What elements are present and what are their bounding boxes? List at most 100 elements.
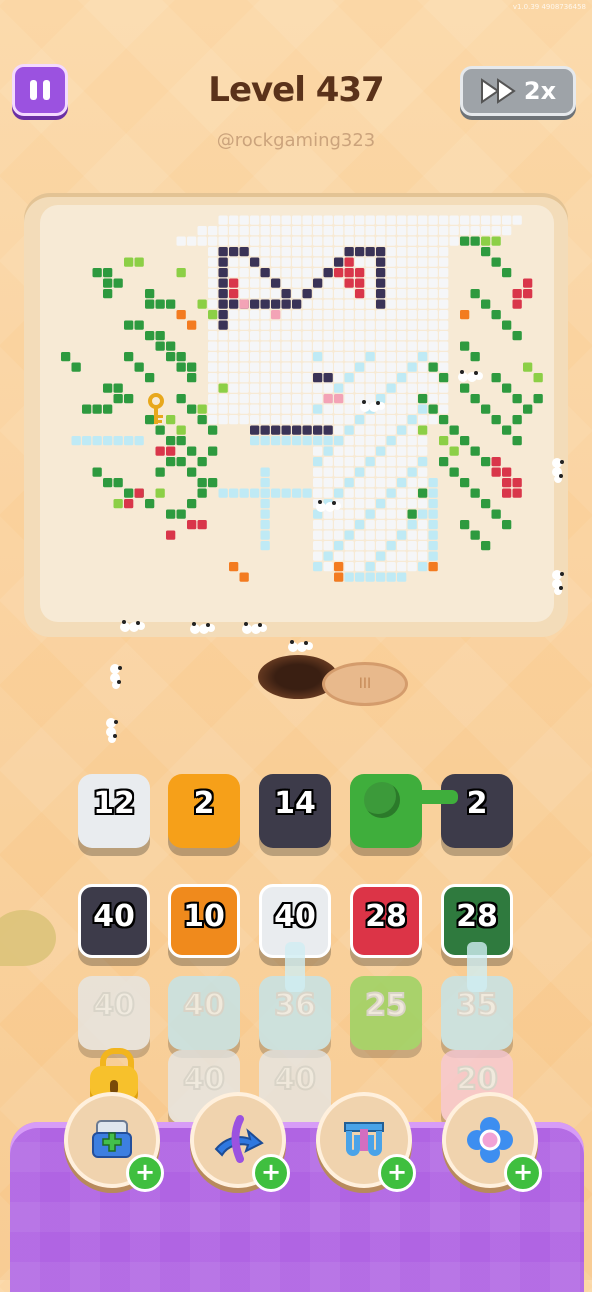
pixel-block (124, 394, 134, 404)
pixel-block (250, 436, 260, 446)
pixel-block (323, 310, 333, 320)
pixel-block (365, 331, 375, 341)
pixel-block (281, 320, 291, 330)
pixel-block (239, 289, 249, 299)
pixel-block (292, 299, 302, 309)
pixel-block (260, 236, 270, 246)
pixel-block (208, 268, 218, 278)
pixel-block (155, 341, 165, 351)
pixel-block (365, 289, 375, 299)
pixel-block (271, 425, 281, 435)
pixel-block (355, 247, 365, 257)
pixel-block (344, 572, 354, 582)
flower-booster[interactable]: + (442, 1092, 542, 1192)
pixel-block (418, 415, 428, 425)
pixel-block (260, 373, 270, 383)
tile-r1c5[interactable]: 2 (441, 774, 513, 848)
pixel-block (260, 415, 270, 425)
pixel-block (229, 404, 239, 414)
pixel-block (376, 268, 386, 278)
pixel-block (271, 289, 281, 299)
key-icon[interactable] (146, 393, 166, 427)
pixel-block (428, 488, 438, 498)
pixel-block (365, 278, 375, 288)
pixel-block (355, 436, 365, 446)
ant (108, 664, 122, 686)
pixel-block (365, 562, 375, 572)
pixel-block (355, 352, 365, 362)
pixel-block (365, 257, 375, 267)
pixel-block (292, 268, 302, 278)
pixel-block (428, 520, 438, 530)
pixel-block (334, 341, 344, 351)
tile-r1c3[interactable]: 14 (259, 774, 331, 848)
pixel-block (512, 299, 522, 309)
pixel-block (439, 310, 449, 320)
pixel-block (418, 215, 428, 225)
pixel-block (376, 509, 386, 519)
tile-r1c1[interactable]: 12 (78, 774, 150, 848)
pixel-block (418, 446, 428, 456)
pixel-block (407, 541, 417, 551)
pixel-block (376, 373, 386, 383)
pixel-block (271, 362, 281, 372)
pixel-block (502, 467, 512, 477)
add-tiles-booster[interactable]: + (64, 1092, 164, 1192)
pixel-block (250, 331, 260, 341)
tile-r2c4[interactable]: 28 (350, 884, 422, 958)
pixel-block (428, 268, 438, 278)
pixel-block (218, 289, 228, 299)
pixel-block (187, 320, 197, 330)
pixel-block (502, 268, 512, 278)
pixel-block (292, 425, 302, 435)
pixel-block (397, 331, 407, 341)
pixel-block (334, 572, 344, 582)
swap-booster[interactable]: + (190, 1092, 290, 1192)
pixel-block (355, 320, 365, 330)
pixel-block (397, 247, 407, 257)
tile-r2c1[interactable]: 40 (78, 884, 150, 958)
pixel-block (344, 215, 354, 225)
pixel-block (355, 383, 365, 393)
pixel-block (334, 278, 344, 288)
pixel-block (449, 215, 459, 225)
pixel-block (481, 541, 491, 551)
pixel-block (365, 247, 375, 257)
pixel-block (155, 331, 165, 341)
pixel-block (386, 362, 396, 372)
pixel-block (470, 446, 480, 456)
speed-button[interactable]: 2x (460, 66, 576, 116)
pixel-block (386, 226, 396, 236)
pixel-block (418, 362, 428, 372)
pixel-block (376, 530, 386, 540)
pixel-block (407, 362, 417, 372)
tile-r1c2[interactable]: 2 (168, 774, 240, 848)
pixel-block (302, 310, 312, 320)
pixel-block (323, 215, 333, 225)
pixel-block (334, 226, 344, 236)
pixel-block (271, 320, 281, 330)
pixel-block (103, 404, 113, 414)
pixel-block (187, 236, 197, 246)
pixel-block (229, 488, 239, 498)
tile-r2c2[interactable]: 10 (168, 884, 240, 958)
magnet-booster[interactable]: + (316, 1092, 416, 1192)
pixel-block (428, 551, 438, 561)
pixel-block (397, 551, 407, 561)
pixel-block (481, 226, 491, 236)
pixel-block (260, 488, 270, 498)
pixel-block (344, 247, 354, 257)
pixel-block (134, 488, 144, 498)
pixel-block (271, 236, 281, 246)
pixel-block (124, 499, 134, 509)
ant (120, 620, 142, 634)
pixel-block (365, 541, 375, 551)
pixel-block (491, 215, 501, 225)
ant (550, 570, 564, 592)
pixel-block (71, 436, 81, 446)
pixel-block (271, 352, 281, 362)
pixel-block (208, 362, 218, 372)
pixel-block (313, 310, 323, 320)
pixel-block (124, 352, 134, 362)
pixel-block (239, 320, 249, 330)
